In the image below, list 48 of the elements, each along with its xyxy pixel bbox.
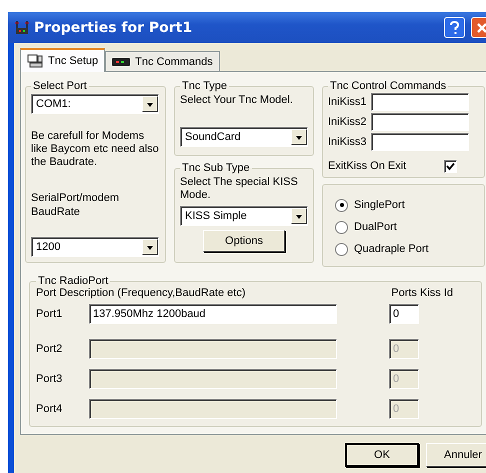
tab[interactable]: Tnc Commands (105, 51, 220, 71)
kiss-id-input[interactable]: 0 (389, 304, 419, 324)
dialog-button[interactable]: OK (345, 443, 419, 467)
command-input[interactable] (371, 113, 469, 131)
port-description-input[interactable]: 137.950Mhz 1200baud (89, 304, 337, 324)
baud-rate-dropdown[interactable]: 1200 (31, 237, 159, 257)
radio-label: DualPort (354, 221, 397, 233)
field-label: IniKiss2 (328, 116, 368, 128)
options-button[interactable]: Options (203, 230, 285, 252)
radio-button[interactable] (335, 220, 348, 234)
close-icon (476, 22, 486, 34)
tab[interactable]: Tnc Setup (20, 48, 106, 72)
close-button[interactable] (471, 17, 486, 38)
warning-note: Be carefull for Modems like Baycom etc need also the Baudrate. (31, 130, 160, 169)
radio-button[interactable] (335, 242, 348, 256)
group-title: Tnc Type (181, 80, 228, 92)
radio-label: Quadraple Port (354, 243, 429, 255)
port-label: Port1 (36, 308, 64, 320)
field-label: IniKiss3 (328, 136, 368, 148)
computer-icon (27, 54, 43, 68)
group-title: Tnc Control Commands (329, 80, 448, 92)
field-label: IniKiss1 (328, 96, 368, 108)
antenna-icon (14, 20, 30, 34)
column-header: Port Description (Frequency,BaudRate etc) (36, 287, 246, 300)
tnc-type-dropdown[interactable]: SoundCard (180, 127, 308, 147)
modem-icon (112, 58, 130, 66)
column-header: Ports Kiss Id (391, 287, 453, 300)
baud-rate-label: SerialPort/modem BaudRate (31, 191, 120, 219)
group-title: Tnc Sub Type (181, 162, 251, 174)
dialog-button[interactable]: Annuler (426, 443, 486, 467)
sub-type-hint: Select The special KISS Mode. (180, 176, 299, 202)
port-label: Port2 (36, 343, 64, 355)
group-title: Select Port (32, 80, 88, 92)
exit-kiss-checkbox[interactable] (444, 160, 457, 172)
command-input[interactable] (371, 93, 469, 111)
command-input[interactable] (371, 133, 469, 151)
sub-type-dropdown[interactable]: KISS Simple (180, 206, 308, 226)
window-title: Properties for Port1 (34, 20, 192, 36)
help-button[interactable] (444, 17, 465, 38)
tnc-type-hint: Select Your Tnc Model. (180, 94, 294, 107)
radio-button[interactable] (335, 198, 348, 212)
help-icon (449, 20, 460, 34)
radio-label: SinglePort (354, 199, 405, 211)
port-label: Port4 (36, 403, 64, 415)
checkbox-label: ExitKiss On Exit (328, 160, 408, 172)
port-label: Port3 (36, 373, 64, 385)
port-dropdown[interactable]: COM1: (31, 94, 159, 114)
group-title: Tnc RadioPort (37, 275, 110, 287)
